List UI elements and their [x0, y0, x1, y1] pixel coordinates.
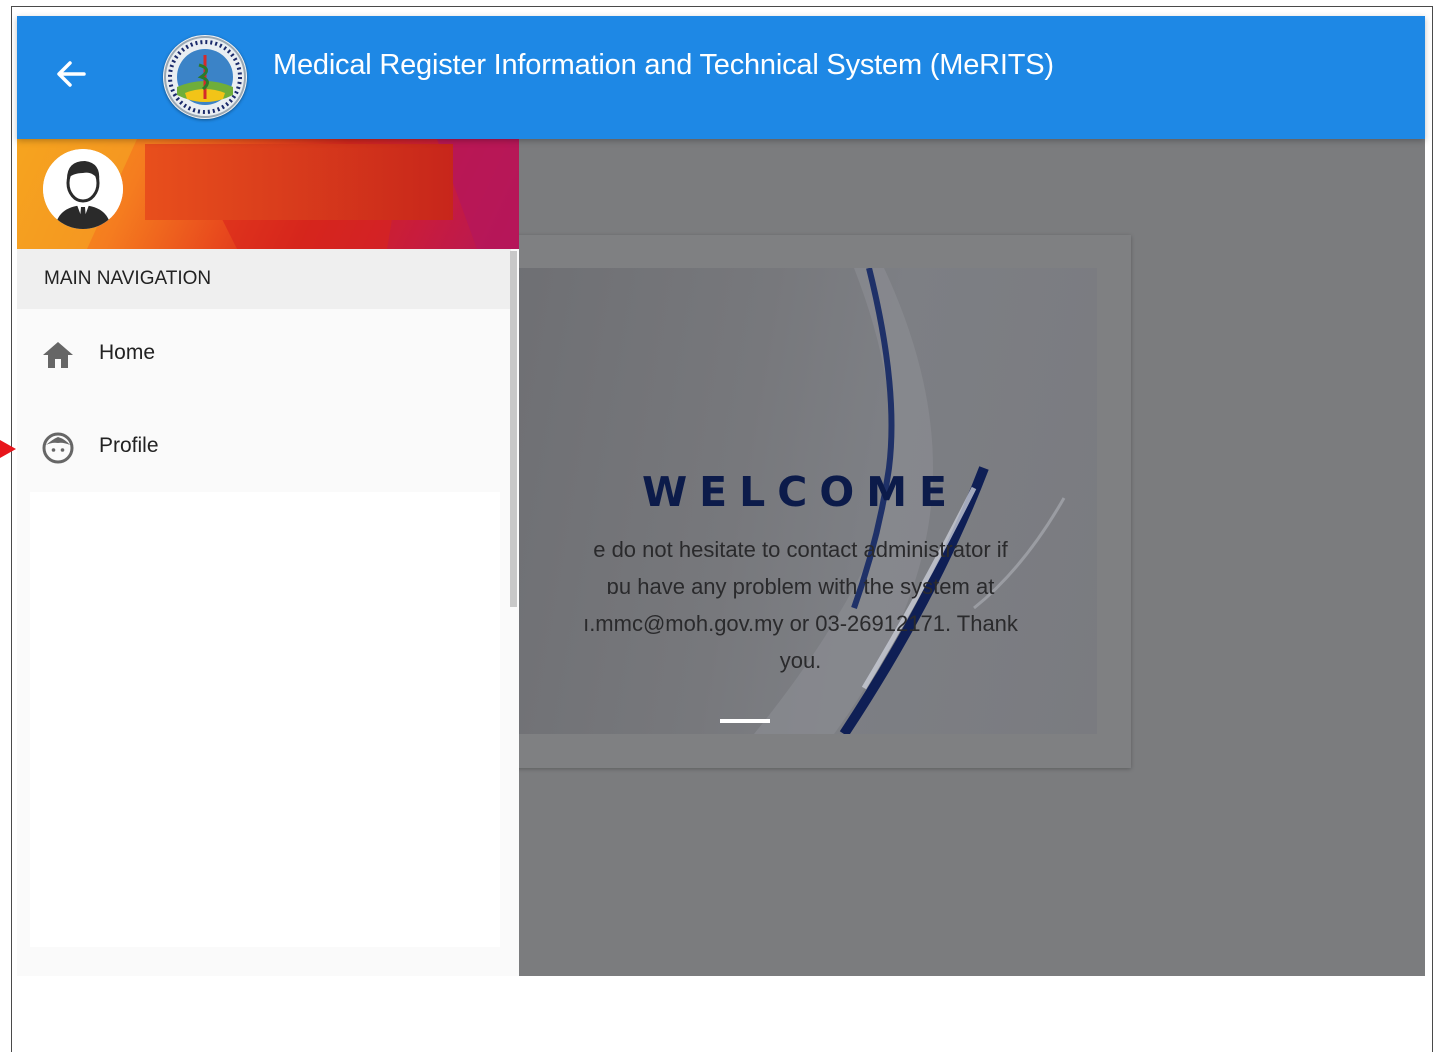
welcome-message: e do not hesitate to contact administrat… — [524, 531, 1077, 679]
nav-item-label: Home — [99, 341, 156, 364]
mmc-logo — [163, 35, 247, 119]
user-avatar[interactable] — [43, 149, 123, 229]
welcome-line: you. — [779, 648, 822, 673]
app-header: Medical Register Information and Technic… — [17, 16, 1425, 139]
nav-item-label: Profile — [99, 434, 159, 457]
drawer-empty-area — [30, 492, 500, 947]
back-arrow-icon[interactable] — [51, 54, 91, 94]
face-icon — [41, 431, 75, 465]
user-name-redacted — [145, 144, 453, 220]
nav-heading: MAIN NAVIGATION — [17, 249, 511, 309]
divider-rule — [720, 719, 770, 723]
home-icon — [41, 338, 75, 372]
welcome-card: WELCOME e do not hesitate to contact adm… — [480, 235, 1131, 768]
nav-item-home[interactable]: Home — [17, 320, 511, 390]
welcome-line: ı.mmc@moh.gov.my or 03-26912171. Thank — [583, 611, 1018, 636]
app-title: Medical Register Information and Technic… — [273, 49, 1054, 81]
drawer-header — [17, 139, 519, 249]
welcome-banner: WELCOME e do not hesitate to contact adm… — [504, 268, 1097, 734]
nav-item-profile[interactable]: Profile — [17, 413, 511, 483]
pointer-arrow-icon — [0, 440, 16, 458]
drawer-scrollbar[interactable] — [510, 251, 517, 607]
welcome-title: WELCOME — [641, 468, 960, 516]
welcome-line: e do not hesitate to contact administrat… — [593, 537, 1008, 562]
nav-drawer: MAIN NAVIGATION Home Profile — [17, 139, 519, 976]
welcome-line: ɒu have any problem with the system at — [606, 574, 995, 599]
